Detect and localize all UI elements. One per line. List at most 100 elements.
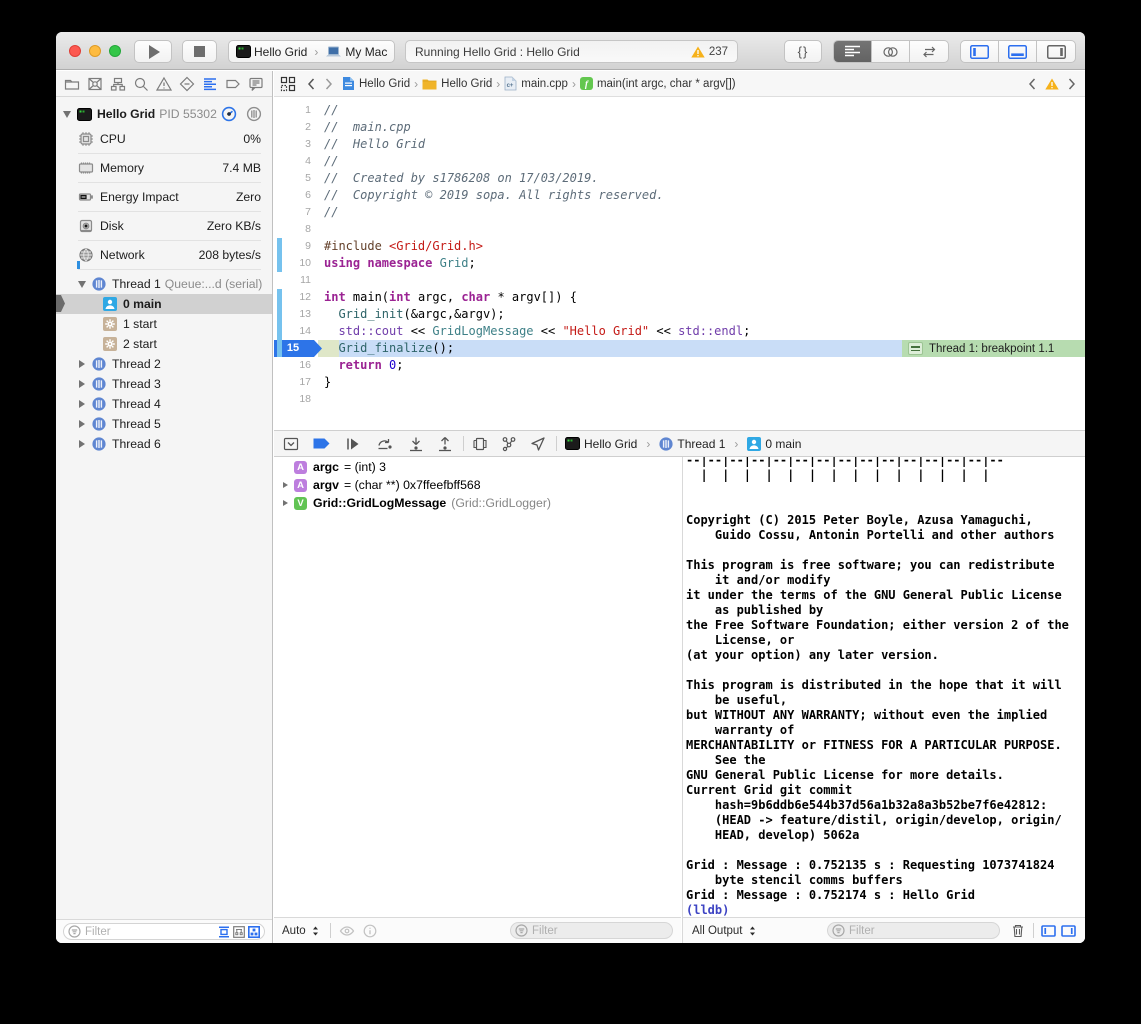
minimize-window-button[interactable] [89,45,101,57]
next-issue-button[interactable] [1065,76,1079,92]
hide-debug-area-button[interactable] [283,436,299,452]
row-label: 0 main [123,297,162,311]
back-button[interactable] [304,76,318,92]
disclosure-triangle[interactable] [283,482,288,488]
toggle-inspector-button[interactable] [1037,41,1075,62]
memory-graph-button[interactable] [246,106,262,122]
crumb-label: Thread 1 [677,437,725,451]
standard-editor-button[interactable] [834,41,872,62]
disclosure-triangle[interactable] [283,482,291,488]
variables-filter-field[interactable]: Filter [510,922,673,939]
debug-crumb[interactable]: Hello Grid [565,437,637,451]
debug-view-hierarchy-button[interactable] [472,436,488,452]
disclosure-triangle[interactable] [79,380,85,388]
thread-row[interactable]: Thread 6 [56,434,272,454]
step-over-button[interactable] [377,436,393,452]
tab-find-navigator[interactable] [132,75,150,93]
tab-report-navigator[interactable] [247,75,265,93]
assistant-editor-button[interactable] [872,41,910,62]
process-row[interactable]: Hello GridPID 55302 [56,104,272,124]
debug-crumb[interactable]: 0 main [747,437,801,451]
tab-project-navigator[interactable] [63,75,81,93]
disclosure-triangle[interactable] [63,111,71,118]
warning-icon[interactable] [1045,78,1059,90]
tab-test-navigator[interactable] [178,75,196,93]
previous-issue-button[interactable] [1025,76,1039,92]
tab-debug-navigator[interactable] [201,75,219,93]
scheme-selector[interactable]: Hello Grid › My Mac [228,40,395,63]
info-icon[interactable] [363,924,377,938]
thread-row[interactable]: Thread 1Queue:...d (serial) [56,274,272,294]
stack-frame-row[interactable]: 1 start [56,314,272,334]
quicklook-eye-icon[interactable] [339,924,355,938]
jumpbar-crumb[interactable]: c+main.cpp [504,76,568,91]
version-editor-button[interactable] [910,41,948,62]
disclosure-triangle[interactable] [79,400,85,408]
profile-in-instruments-button[interactable] [221,106,237,122]
source-change-bar [277,340,282,357]
trash-icon[interactable] [1010,923,1026,939]
console-filter-field[interactable]: Filter [827,922,1000,939]
run-button[interactable] [134,40,172,63]
jumpbar-crumb[interactable]: Hello Grid [342,76,410,91]
related-items-icon[interactable] [280,76,296,92]
gauge-row-disk[interactable]: DiskZero KB/s [56,212,272,241]
activity-status[interactable]: Running Hello Grid : Hello Grid 237 [405,40,738,63]
variable-row[interactable]: VGrid::GridLogMessage(Grid::GridLogger) [274,494,681,512]
debug-crumb[interactable]: Thread 1 [659,437,725,451]
simulate-location-button[interactable] [530,436,546,452]
console-scope-popup[interactable]: All Output [692,924,759,938]
stack-frame-row[interactable]: 2 start [56,334,272,354]
disclosure-triangle[interactable] [283,500,291,506]
thread-row[interactable]: Thread 5 [56,414,272,434]
disclosure-triangle[interactable] [283,500,288,506]
variable-row[interactable]: Aargv= (char **) 0x7ffeefbff568 [274,476,681,494]
continue-button[interactable] [345,436,361,452]
breakpoints-enabled-button[interactable] [313,438,330,449]
gauge-row-energy-impact[interactable]: Energy ImpactZero [56,183,272,212]
gauge-row-cpu[interactable]: CPU0% [56,125,272,154]
toggle-variables-view-button[interactable] [1041,925,1056,937]
memory-graph-button[interactable] [501,436,517,452]
library-button[interactable]: {} [784,40,822,63]
disclosure-triangle[interactable] [79,440,85,448]
variable-name: Grid::GridLogMessage [313,496,446,510]
tab-symbol-navigator[interactable] [109,75,127,93]
source-editor[interactable]: 1//2// main.cpp3// Hello Grid4//5// Crea… [274,98,1085,430]
thread-row[interactable]: Thread 3 [56,374,272,394]
stop-button[interactable] [182,40,217,63]
code-token: int [389,290,411,304]
toggle-navigator-button[interactable] [961,41,999,62]
code-token: char [461,290,490,304]
toggle-debug-area-button[interactable] [999,41,1037,62]
tab-breakpoint-navigator[interactable] [224,75,242,93]
disclosure-triangle[interactable] [78,281,86,288]
view-by-thread-button[interactable] [248,926,260,938]
forward-button[interactable] [322,76,336,92]
jumpbar-crumb[interactable]: Hello Grid [422,78,492,90]
person-icon [747,437,761,451]
jumpbar-crumb[interactable]: fmain(int argc, char * argv[]) [580,77,736,90]
zoom-window-button[interactable] [109,45,121,57]
gauge-row-network[interactable]: Network208 bytes/s [56,241,272,270]
close-window-button[interactable] [69,45,81,57]
show-running-items-button[interactable] [218,926,230,938]
gauge-row-memory[interactable]: Memory7.4 MB [56,154,272,183]
variable-row[interactable]: Aargc= (int) 3 [274,458,681,476]
code-text: // Created by s1786208 on 17/03/2019. [324,170,1085,187]
console-view[interactable]: --|--|--|--|--|--|--|--|--|--|--|--|--|-… [682,457,1085,917]
step-out-button[interactable] [437,436,453,452]
step-into-button[interactable] [408,436,424,452]
disclosure-triangle[interactable] [79,360,85,368]
tab-issue-navigator[interactable] [155,75,173,93]
toggle-console-button[interactable] [1061,925,1076,937]
view-by-queue-button[interactable] [233,926,245,938]
stack-frame-row[interactable]: 0 main [56,294,272,314]
thread-row[interactable]: Thread 4 [56,394,272,414]
variables-scope-popup[interactable]: Auto [282,924,322,938]
code-token: argc, [411,290,462,304]
tab-source-control-navigator[interactable] [86,75,104,93]
thread-row[interactable]: Thread 2 [56,354,272,374]
navigator-filter-field[interactable]: Filter [63,923,265,940]
disclosure-triangle[interactable] [79,420,85,428]
